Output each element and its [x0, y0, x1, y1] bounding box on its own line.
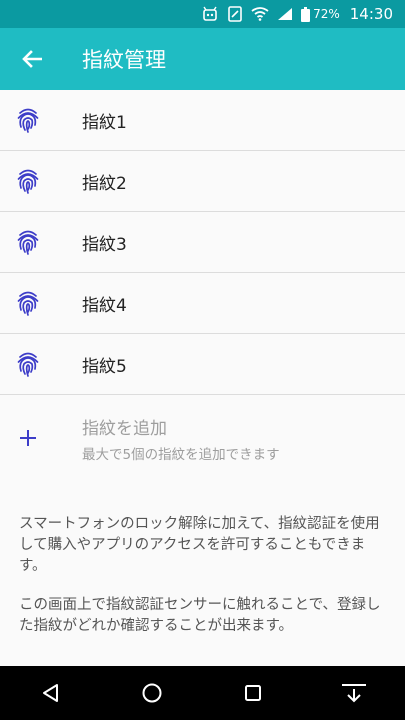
- fingerprint-item-4[interactable]: 指紋4: [0, 273, 405, 334]
- nav-notification-drawer-button[interactable]: [324, 666, 384, 720]
- square-recents-icon: [245, 685, 262, 701]
- fingerprint-icon: [0, 351, 56, 377]
- circle-home-icon: [142, 683, 162, 703]
- back-button[interactable]: [0, 28, 64, 90]
- plus-icon: [0, 429, 56, 447]
- info-paragraph-1: スマートフォンのロック解除に加えて、指紋認証を使用して購入やアプリのアクセスを許…: [19, 516, 380, 574]
- add-fingerprint-sublabel: 最大で5個の指紋を追加できます: [82, 446, 280, 463]
- clock: 14:30: [349, 5, 393, 23]
- fingerprint-label: 指紋1: [82, 112, 127, 133]
- info-paragraph-2: この画面上で指紋認証センサーに触れることで、登録した指紋がどれか確認することが出…: [19, 597, 381, 634]
- android-debug-icon: [201, 6, 219, 22]
- add-fingerprint-label: 指紋を追加: [82, 418, 167, 439]
- arrow-back-icon: [22, 50, 42, 68]
- fingerprint-item-5[interactable]: 指紋5: [0, 334, 405, 395]
- page-title: 指紋管理: [82, 48, 166, 72]
- fingerprint-label: 指紋4: [82, 295, 127, 316]
- battery-icon: [301, 6, 311, 22]
- fingerprint-icon: [0, 290, 56, 316]
- nav-back-button[interactable]: [21, 666, 81, 720]
- nav-home-button[interactable]: [122, 666, 182, 720]
- pull-down-icon: [342, 684, 367, 703]
- fingerprint-list: 指紋1 指紋2 指紋3 指紋4 指紋5 指紋を追加 最大で5個の指紋を追加できま…: [0, 90, 405, 481]
- fingerprint-label: 指紋2: [82, 173, 127, 194]
- wifi-icon: [251, 7, 269, 21]
- fingerprint-icon: [0, 107, 56, 133]
- triangle-back-icon: [42, 684, 58, 702]
- fingerprint-icon: [0, 168, 56, 194]
- app-bar: 指紋管理: [0, 28, 405, 90]
- battery-percentage: 72%: [313, 7, 340, 21]
- fingerprint-item-1[interactable]: 指紋1: [0, 90, 405, 151]
- fingerprint-icon: [0, 229, 56, 255]
- fingerprint-label: 指紋5: [82, 356, 127, 377]
- nfc-icon: [227, 6, 243, 22]
- nav-recents-button[interactable]: [223, 666, 283, 720]
- status-bar: 72% 14:30: [0, 0, 405, 28]
- fingerprint-label: 指紋3: [82, 234, 127, 255]
- add-fingerprint-button[interactable]: 指紋を追加 最大で5個の指紋を追加できます: [0, 395, 405, 481]
- fingerprint-item-3[interactable]: 指紋3: [0, 212, 405, 273]
- fingerprint-item-2[interactable]: 指紋2: [0, 151, 405, 212]
- navigation-bar: [0, 666, 405, 720]
- info-text: スマートフォンのロック解除に加えて、指紋認証を使用して購入やアプリのアクセスを許…: [19, 514, 389, 655]
- signal-icon: [277, 7, 293, 21]
